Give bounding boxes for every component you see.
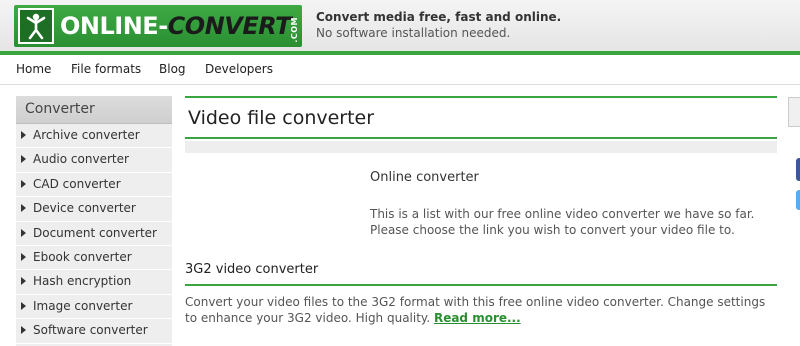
sidebar-item-label: Software converter bbox=[33, 323, 148, 338]
sidebar-item-cad[interactable]: CAD converter bbox=[16, 173, 172, 198]
sidebar-item-label: Hash encryption bbox=[33, 274, 132, 289]
site-logo[interactable]: ONLINE-CONVERT .COM bbox=[14, 5, 302, 47]
caret-right-icon bbox=[21, 204, 26, 213]
logo-dotcom: .COM bbox=[290, 17, 299, 43]
sidebar-item-device[interactable]: Device converter bbox=[16, 197, 172, 222]
nav-blog[interactable]: Blog bbox=[159, 62, 186, 76]
nav-home[interactable]: Home bbox=[16, 62, 51, 76]
page-title-box: Video file converter bbox=[185, 96, 777, 139]
logo-figure-icon bbox=[18, 8, 54, 44]
nav-developers[interactable]: Developers bbox=[205, 62, 273, 76]
sidebar-item-document[interactable]: Document converter bbox=[16, 222, 172, 246]
main-content: Video file converter Online converter Th… bbox=[185, 96, 777, 340]
title-underbar bbox=[185, 141, 777, 153]
sidebar-item-ebook[interactable]: Ebook converter bbox=[16, 246, 172, 271]
tagline-line-1: Convert media free, fast and online. bbox=[316, 10, 562, 24]
sidebar-item-hash[interactable]: Hash encryption bbox=[16, 270, 172, 295]
tagline-line-2: No software installation needed. bbox=[316, 26, 511, 40]
sidebar-item-image[interactable]: Image converter bbox=[16, 295, 172, 320]
caret-right-icon bbox=[21, 155, 26, 164]
logo-wordmark: ONLINE-CONVERT bbox=[60, 11, 292, 41]
caret-right-icon bbox=[21, 301, 26, 310]
sidebar-item-label: Archive converter bbox=[33, 128, 140, 142]
read-more-link[interactable]: Read more... bbox=[434, 311, 521, 325]
caret-right-icon bbox=[21, 326, 26, 335]
sidebar-heading: Converter bbox=[16, 96, 172, 124]
logo-word-online: ONLINE bbox=[60, 12, 159, 40]
sidebar-item-label: CAD converter bbox=[33, 176, 121, 191]
site-header: ONLINE-CONVERT .COM Convert media free, … bbox=[0, 0, 800, 55]
sidebar-item-label: Ebook converter bbox=[33, 249, 132, 264]
online-converter-text: This is a list with our free online vide… bbox=[370, 207, 755, 237]
caret-right-icon bbox=[21, 228, 26, 237]
online-converter-heading: Online converter bbox=[370, 170, 479, 185]
nav-file-formats[interactable]: File formats bbox=[71, 62, 141, 76]
sidebar-item-label: Device converter bbox=[33, 201, 136, 216]
logo-dash: - bbox=[158, 12, 168, 40]
sidebar-item-label: Image converter bbox=[33, 298, 133, 313]
caret-right-icon bbox=[21, 179, 26, 188]
caret-right-icon bbox=[21, 252, 26, 261]
logo-word-convert: CONVERT bbox=[167, 12, 292, 40]
twitter-icon[interactable] bbox=[796, 190, 800, 210]
right-panel-edge bbox=[788, 97, 800, 127]
main-nav: Home File formats Blog Developers bbox=[0, 55, 800, 85]
section-divider bbox=[185, 284, 777, 286]
section-text-3g2: Convert your video files to the 3G2 form… bbox=[185, 294, 780, 326]
sidebar-item-label: Document converter bbox=[33, 225, 157, 240]
converter-sidebar: Converter Archive converter Audio conver… bbox=[16, 96, 172, 346]
facebook-icon[interactable] bbox=[796, 158, 800, 181]
sidebar-item-audio[interactable]: Audio converter bbox=[16, 148, 172, 173]
page-title: Video file converter bbox=[188, 107, 375, 129]
sidebar-item-archive[interactable]: Archive converter bbox=[16, 124, 172, 149]
sidebar-item-label: Audio converter bbox=[33, 152, 129, 167]
caret-right-icon bbox=[21, 131, 26, 139]
caret-right-icon bbox=[21, 277, 26, 286]
tagline: Convert media free, fast and online. No … bbox=[316, 9, 561, 41]
section-heading-3g2[interactable]: 3G2 video converter bbox=[185, 262, 318, 277]
